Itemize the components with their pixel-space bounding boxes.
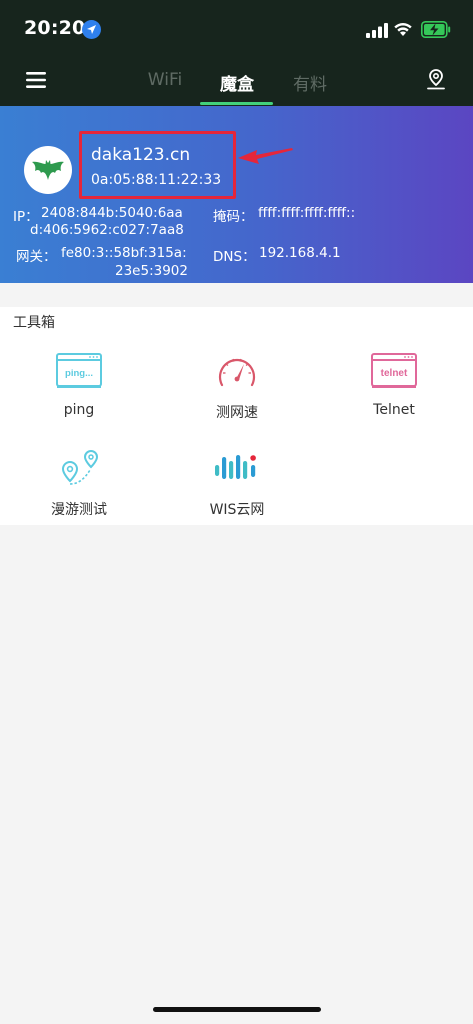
tab-youliao[interactable]: 有料 [290, 70, 330, 95]
wis-logo-icon [215, 455, 256, 479]
ping-icon: ping... [56, 353, 102, 388]
cellular-signal-icon [366, 23, 388, 38]
bat-logo-icon [32, 160, 64, 180]
hamburger-menu-icon[interactable] [24, 70, 48, 90]
gateway-value-line2: 23e5:3902 [115, 263, 188, 279]
gateway-value-line1: fe80:3::58bf:315a: [61, 245, 187, 261]
device-info-card[interactable]: daka123.cn 0a:05:88:11:22:33 IP： 2408:84… [0, 106, 473, 283]
tool-telnet-label: Telnet [373, 402, 415, 418]
highlight-box-annotation [79, 131, 236, 199]
tool-wis-cloud[interactable]: WIS云网 [158, 404, 316, 518]
tool-speed-test[interactable]: 测网速 [158, 307, 316, 421]
device-avatar [24, 146, 72, 194]
app-header: 20:20 WiFi 魔盒 有料 [0, 0, 473, 106]
speedometer-icon [218, 358, 256, 387]
tab-wifi[interactable]: WiFi [145, 70, 185, 90]
tool-roaming-test-label: 漫游测试 [51, 502, 107, 518]
map-pin-icon[interactable] [425, 68, 447, 92]
mask-label: 掩码： [213, 209, 254, 225]
mask-value: ffff:ffff:ffff:ffff:: [258, 205, 356, 221]
ip-value-line1: 2408:844b:5040:6aa [41, 205, 183, 221]
wifi-icon [394, 23, 412, 36]
dns-label: DNS： [213, 249, 256, 265]
tool-wis-cloud-label: WIS云网 [209, 502, 265, 518]
tab-magic-box[interactable]: 魔盒 [214, 70, 260, 95]
battery-charging-icon [421, 21, 451, 38]
svg-text:telnet: telnet [381, 368, 408, 379]
home-indicator[interactable] [153, 1007, 321, 1012]
active-tab-indicator [200, 102, 273, 105]
telnet-icon: telnet [371, 353, 417, 388]
location-arrow-icon [82, 20, 101, 39]
status-time: 20:20 [24, 17, 86, 39]
tool-ping[interactable]: ping... ping [0, 307, 158, 418]
roaming-pins-icon [61, 449, 99, 485]
toolbox-section: 工具箱 ping... ping 测网速 telnet Telnet 漫游测试 … [0, 307, 473, 525]
ip-value-line2: d:406:5962:c027:7aa8 [30, 222, 184, 238]
svg-text:ping...: ping... [65, 368, 93, 379]
tool-roaming-test[interactable]: 漫游测试 [0, 404, 158, 518]
dns-value: 192.168.4.1 [259, 245, 341, 261]
tool-telnet[interactable]: telnet Telnet [315, 307, 473, 418]
red-arrow-annotation [238, 148, 293, 164]
gateway-label: 网关： [16, 249, 57, 265]
